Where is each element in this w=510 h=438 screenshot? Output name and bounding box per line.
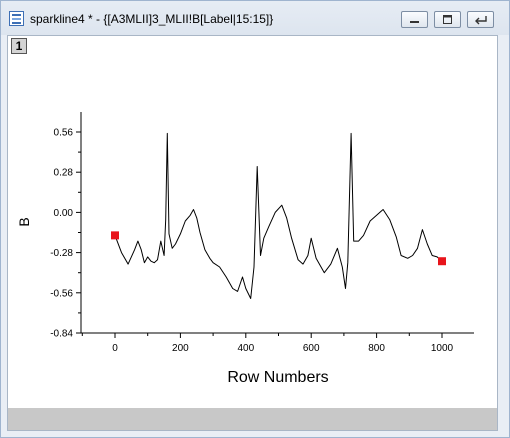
minimize-button[interactable] — [401, 11, 428, 28]
highlight-marker — [438, 257, 446, 266]
title-bar[interactable]: sparkline4 * - {[A3MLII]3_MLII!B[Label|1… — [1, 1, 509, 35]
y-tick-label: 0.00 — [54, 208, 74, 219]
x-tick-label: 600 — [303, 343, 320, 354]
x-tick-label: 400 — [237, 343, 254, 354]
series-line — [114, 132, 443, 299]
highlight-marker — [111, 231, 119, 240]
graph-window-icon[interactable] — [9, 11, 24, 26]
y-tick-label: -0.56 — [50, 288, 73, 299]
graph-page[interactable]: 1 0.56 0.28 0.00 -0.28 -0.56 -0.84 0 200 400 600 8… — [7, 35, 498, 431]
y-tick-label: -0.84 — [50, 329, 73, 340]
restore-button[interactable] — [467, 11, 494, 28]
maximize-icon — [443, 15, 452, 24]
x-axis-title: Row Numbers — [227, 369, 329, 386]
x-tick-label: 200 — [172, 343, 189, 354]
y-axis-title: B — [16, 217, 32, 227]
x-tick-label: 800 — [368, 343, 385, 354]
line-chart[interactable]: 0.56 0.28 0.00 -0.28 -0.56 -0.84 0 200 400 600 800… — [8, 36, 497, 408]
graph-window: sparkline4 * - {[A3MLII]3_MLII!B[Label|1… — [0, 0, 510, 438]
window-title: sparkline4 * - {[A3MLII]3_MLII!B[Label|1… — [30, 12, 274, 26]
x-tick-label: 0 — [112, 343, 118, 354]
restore-arrow-icon — [475, 16, 487, 25]
minimize-icon — [410, 21, 419, 23]
x-tick-label: 1000 — [431, 343, 454, 354]
y-tick-label: -0.28 — [50, 248, 73, 259]
status-strip — [8, 408, 497, 430]
y-tick-label: 0.56 — [54, 128, 74, 139]
y-tick-label: 0.28 — [54, 168, 74, 179]
maximize-button[interactable] — [434, 11, 461, 28]
